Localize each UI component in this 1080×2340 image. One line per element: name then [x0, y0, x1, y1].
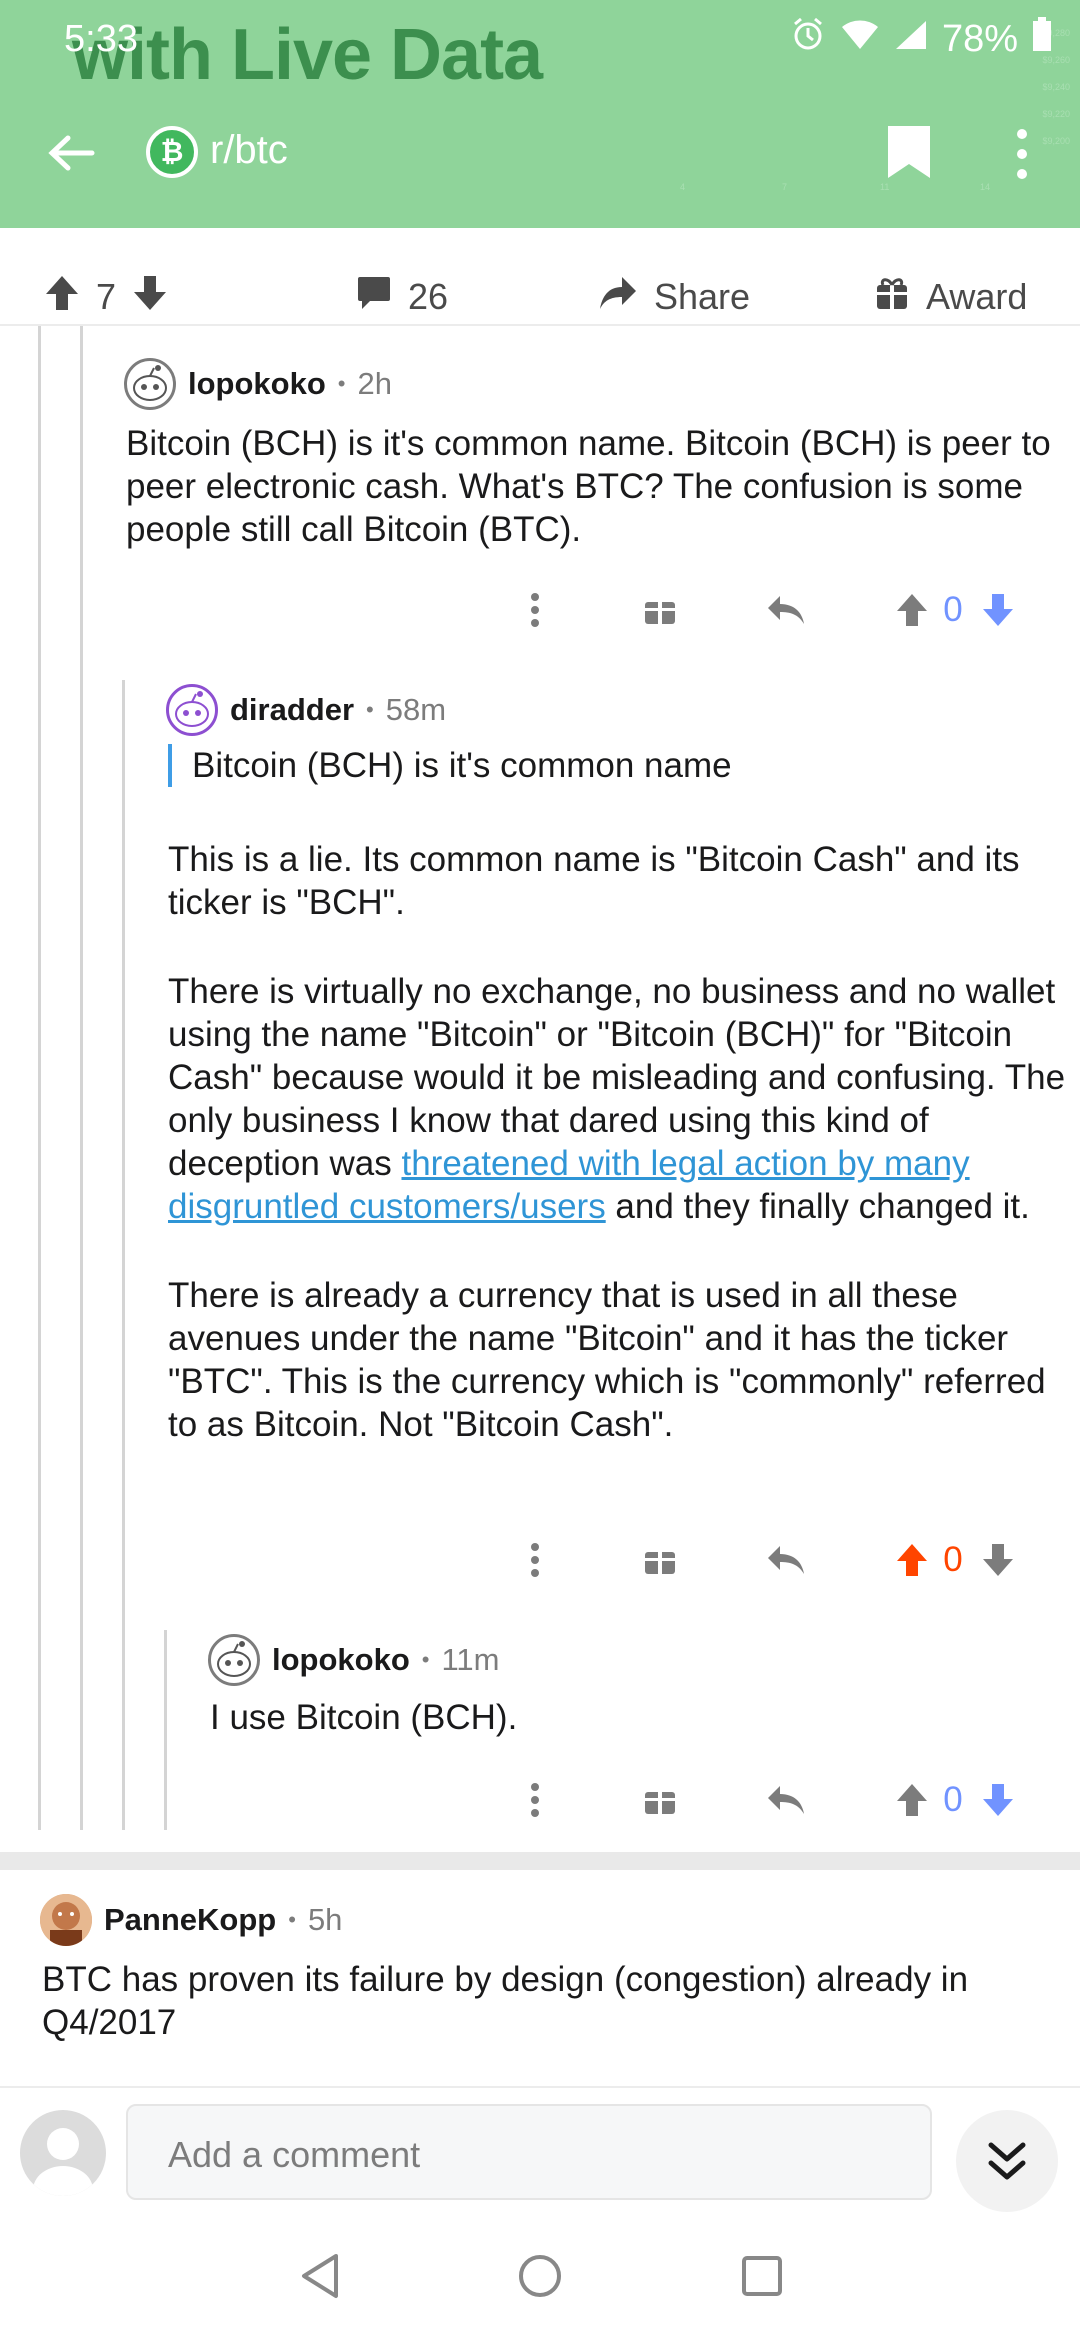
reply-icon[interactable]: [764, 1770, 808, 1830]
upvote-arrow-icon[interactable]: [44, 274, 80, 321]
comment-age: 5h: [307, 1902, 343, 1937]
gift-icon: [874, 275, 910, 320]
signal-icon: [894, 18, 928, 61]
current-user-avatar-icon[interactable]: [20, 2110, 106, 2196]
comment-body: This is a lie. Its common name is "Bitco…: [168, 838, 1068, 1446]
app-header: with Live Data $9,280 $9,260 $9,240 $9,2…: [0, 0, 1080, 228]
comment-paragraph: I use Bitcoin (BCH).: [210, 1698, 518, 1737]
comment-age: 58m: [385, 692, 447, 727]
downvote-arrow-icon[interactable]: [978, 1530, 1018, 1590]
comment-age: 2h: [357, 366, 392, 401]
back-arrow-icon[interactable]: [46, 128, 96, 183]
meta-separator: •: [366, 697, 374, 722]
comment-paragraph: This is a lie. Its common name is "Bitco…: [168, 840, 1020, 922]
meta-separator: •: [421, 1647, 430, 1672]
gift-icon[interactable]: [640, 1530, 680, 1590]
meta-separator: •: [337, 371, 346, 396]
nav-home-icon[interactable]: [518, 2252, 562, 2305]
nav-recents-icon[interactable]: [740, 2252, 784, 2305]
upvote-arrow-icon[interactable]: [892, 580, 932, 640]
comment-paragraph: Bitcoin (BCH) is it's common name. Bitco…: [126, 424, 1051, 549]
comments-count-button[interactable]: 26: [356, 270, 448, 324]
comment-author[interactable]: PanneKopp: [104, 1902, 276, 1938]
post-vote-group: 7: [44, 270, 168, 324]
y-tick: $9,240: [1042, 82, 1070, 92]
subreddit-name[interactable]: r/btc: [210, 128, 288, 173]
share-label: Share: [654, 276, 751, 317]
post-score: 7: [96, 276, 117, 317]
comment-bubble-icon: [356, 275, 392, 320]
comment-actions: 0: [500, 580, 1060, 640]
nav-back-icon[interactable]: [298, 2252, 342, 2305]
add-comment-input[interactable]: Add a comment: [126, 2104, 932, 2200]
award-button[interactable]: Award: [874, 270, 1027, 324]
comment-header: diradder • 58m: [166, 684, 446, 736]
more-options-icon[interactable]: [520, 580, 550, 640]
wifi-icon: [840, 18, 880, 61]
overflow-menu-icon[interactable]: [1012, 126, 1032, 187]
snoo-avatar-icon[interactable]: [166, 684, 218, 736]
comment-header: PanneKopp • 5h: [40, 1894, 342, 1946]
more-options-icon[interactable]: [520, 1530, 550, 1590]
bookmark-icon[interactable]: [886, 124, 932, 185]
comment-score: 0: [943, 1780, 963, 1819]
share-button[interactable]: Share: [598, 270, 750, 324]
jump-to-next-icon[interactable]: [956, 2110, 1058, 2212]
upvote-arrow-icon[interactable]: [892, 1530, 932, 1590]
gift-icon[interactable]: [640, 580, 680, 640]
thread-line: [80, 326, 83, 1830]
downvote-arrow-icon[interactable]: [978, 1770, 1018, 1830]
comment-author[interactable]: lopokoko: [272, 1642, 410, 1678]
status-icons: 78%: [790, 16, 1052, 62]
comment-paragraph: There is virtually no exchange, no busin…: [168, 970, 1068, 1228]
thread-line: [122, 680, 125, 1830]
comment-body: I use Bitcoin (BCH).: [210, 1696, 1070, 1739]
paragraph-text: and they finally changed it.: [605, 1187, 1030, 1226]
downvote-arrow-icon[interactable]: [978, 580, 1018, 640]
system-nav-bar: [0, 2230, 1080, 2340]
comment-body: Bitcoin (BCH) is it's common name. Bitco…: [126, 422, 1066, 551]
gift-icon[interactable]: [640, 1770, 680, 1830]
thread-separator: [0, 1852, 1080, 1870]
status-time: 5:33: [64, 18, 138, 60]
comment-body: BTC has proven its failure by design (co…: [42, 1958, 1042, 2044]
comment-quote: Bitcoin (BCH) is it's common name: [168, 744, 1048, 787]
award-label: Award: [926, 276, 1028, 317]
comment-paragraph: There is already a currency that is used…: [168, 1276, 1046, 1444]
background-chart-title: with Live Data: [72, 15, 543, 95]
thread-line: [164, 1630, 167, 1830]
comment-header: lopokoko • 11m: [208, 1634, 500, 1686]
downvote-arrow-icon[interactable]: [132, 274, 168, 321]
battery-percent: 78%: [941, 17, 1018, 60]
reply-icon[interactable]: [764, 1530, 808, 1590]
comment-author[interactable]: diradder: [230, 692, 354, 728]
share-arrow-icon: [598, 275, 638, 320]
reply-icon[interactable]: [764, 580, 808, 640]
user-avatar-icon[interactable]: [40, 1894, 92, 1946]
comment-age: 11m: [441, 1642, 500, 1677]
alarm-icon: [790, 16, 826, 62]
comment-actions: 0: [500, 1530, 1060, 1590]
snoo-avatar-icon[interactable]: [124, 358, 176, 410]
meta-separator: •: [288, 1907, 296, 1932]
comment-author[interactable]: lopokoko: [188, 366, 326, 402]
battery-icon: [1032, 17, 1052, 61]
comment-score: 0: [943, 1540, 963, 1579]
subreddit-icon[interactable]: ₿: [146, 126, 198, 178]
upvote-arrow-icon[interactable]: [892, 1770, 932, 1830]
comment-score: 0: [943, 590, 963, 629]
comment-composer: Add a comment: [0, 2086, 1080, 2218]
more-options-icon[interactable]: [520, 1770, 550, 1830]
thread-line: [38, 326, 41, 1830]
post-action-bar: 7 26 Share Award: [0, 270, 1080, 326]
comment-actions: 0: [500, 1770, 1060, 1830]
snoo-avatar-icon[interactable]: [208, 1634, 260, 1686]
comment-paragraph: BTC has proven its failure by design (co…: [42, 1960, 969, 2042]
comments-count: 26: [408, 276, 449, 317]
comment-header: lopokoko • 2h: [124, 358, 392, 410]
